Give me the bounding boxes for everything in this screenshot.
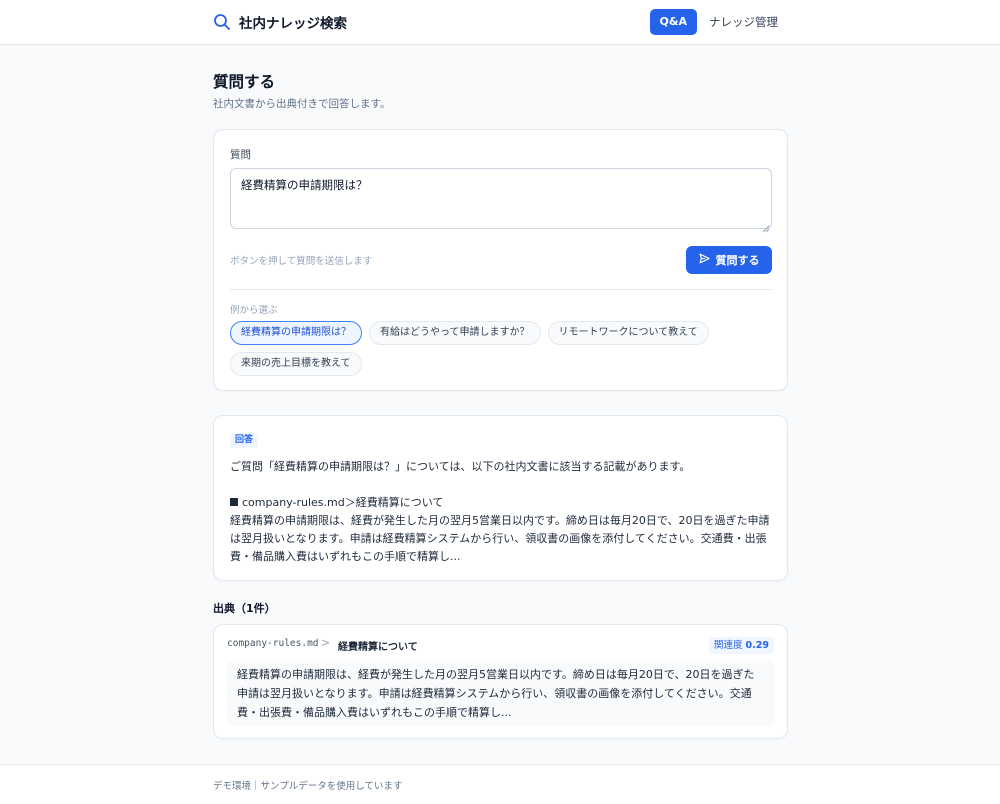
relevance-badge: 関連度 0.29 (709, 637, 774, 654)
page-subtitle: 社内文書から出典付きで回答します。 (213, 98, 391, 110)
question-input[interactable]: 経費精算の申請期限は？ (230, 168, 772, 229)
source-card: company-rules.md > 経費精算について 関連度 0.29 経費精… (213, 624, 788, 739)
question-card: 質問 経費精算の申請期限は？ ボタンを押して質問を送信します 質問する 例から選… (213, 129, 788, 391)
example-chips: 経費精算の申請期限は？ 有給はどうやって申請しますか？ リモートワークについて教… (230, 321, 772, 376)
submit-hint: ボタンを押して質問を送信します (230, 256, 373, 267)
answer-source-line: company-rules.md＞経費精算について (230, 494, 775, 512)
example-chip-paid-leave[interactable]: 有給はどうやって申請しますか？ (369, 321, 541, 345)
nav-qa-tab[interactable]: Q&A (649, 9, 697, 35)
question-label: 質問 (230, 149, 251, 161)
page-footer: デモ環境｜サンプルデータを使用しています (0, 764, 1000, 804)
breadcrumb-separator: > (321, 636, 331, 649)
divider (230, 289, 772, 290)
example-chip-expense-deadline[interactable]: 経費精算の申請期限は？ (230, 321, 362, 345)
app-title: 社内ナレッジ検索 (239, 16, 347, 32)
answer-intro: ご質問「経費精算の申請期限は？」については、以下の社内文書に該当する記載がありま… (230, 460, 691, 473)
examples-label: 例から選ぶ (230, 305, 278, 316)
search-icon (213, 13, 231, 31)
source-excerpt: 経費精算の申請期限は、経費が発生した月の翌月5営業日以内です。締め日は毎月20日… (227, 661, 775, 726)
ask-button[interactable]: 質問する (686, 246, 772, 274)
relevance-score: 0.29 (745, 640, 769, 651)
ask-button-label: 質問する (715, 254, 760, 267)
answer-card: 回答 ご質問「経費精算の申請期限は？」については、以下の社内文書に該当する記載が… (213, 415, 788, 581)
sources-heading: 出典（1件） (213, 602, 276, 615)
send-icon (699, 253, 710, 267)
top-header: 社内ナレッジ検索 Q&A ナレッジ管理 (0, 0, 1000, 45)
source-file-name[interactable]: company-rules.md (227, 638, 319, 649)
answer-source-title: company-rules.md＞経費精算について (242, 496, 444, 509)
brand[interactable]: 社内ナレッジ検索 (213, 10, 347, 34)
source-section-title: 経費精算について (338, 642, 418, 653)
example-chip-sales-target[interactable]: 来期の売上目標を教えて (230, 352, 362, 376)
answer-text: ご質問「経費精算の申請期限は？」については、以下の社内文書に該当する記載がありま… (230, 458, 775, 566)
main-nav: Q&A ナレッジ管理 (649, 9, 778, 35)
footer-text: デモ環境｜サンプルデータを使用しています (213, 781, 403, 792)
square-bullet-icon (230, 498, 238, 506)
resize-grip-icon[interactable] (762, 218, 770, 233)
example-chip-remote-work[interactable]: リモートワークについて教えて (547, 321, 709, 345)
answer-body: 経費精算の申請期限は、経費が発生した月の翌月5営業日以内です。締め日は毎月20日… (230, 514, 770, 563)
nav-knowledge-admin-tab[interactable]: ナレッジ管理 (709, 14, 778, 30)
page-title: 質問する (213, 73, 276, 91)
answer-badge: 回答 (230, 433, 259, 448)
relevance-label: 関連度 (714, 640, 743, 651)
